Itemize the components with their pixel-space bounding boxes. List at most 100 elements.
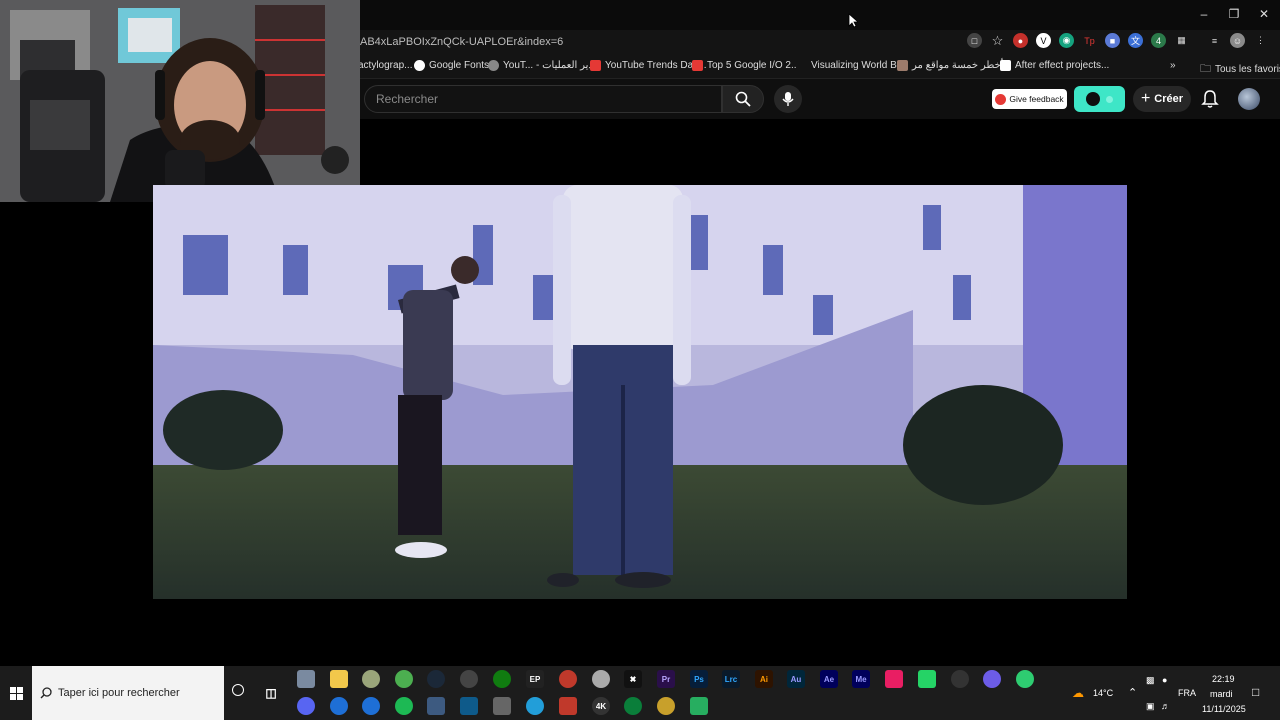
app-icon[interactable] <box>592 670 610 688</box>
file-explorer-icon[interactable] <box>330 670 348 688</box>
video-frame-image <box>153 185 1127 599</box>
app-icon[interactable] <box>690 697 708 715</box>
app-icon[interactable] <box>297 670 315 688</box>
extension-icon[interactable]: Tp <box>1082 33 1097 48</box>
youtube-icon <box>692 60 703 71</box>
notifications-bell-icon[interactable] <box>1201 89 1219 109</box>
extension-icon[interactable]: ● <box>1013 33 1028 48</box>
voice-search-button[interactable] <box>774 85 802 113</box>
edge-icon[interactable] <box>624 697 642 715</box>
premiere-icon[interactable]: Pr <box>657 670 675 688</box>
app-icon[interactable] <box>951 670 969 688</box>
google-fonts-icon <box>414 60 425 71</box>
app-icon[interactable] <box>427 697 445 715</box>
steam-icon[interactable] <box>427 670 445 688</box>
app-icon[interactable] <box>362 697 380 715</box>
extensions-puzzle-icon[interactable]: ▦ <box>1174 33 1189 48</box>
capcut-icon[interactable]: ✖ <box>624 670 642 688</box>
media-encoder-icon[interactable]: Me <box>852 670 870 688</box>
app-icon[interactable] <box>460 697 478 715</box>
bookmark-item[interactable]: YouTube Trends Das... <box>590 60 707 71</box>
give-feedback-button[interactable]: Give feedback <box>992 89 1067 109</box>
task-view-icon[interactable]: ◫ <box>262 684 280 702</box>
app-icon[interactable] <box>559 670 577 688</box>
youtube-icon <box>590 60 601 71</box>
epic-games-icon[interactable]: EP <box>526 670 544 688</box>
bookmark-item[interactable]: Google Fonts <box>414 60 489 71</box>
bookmark-item[interactable]: Top 5 Google I/O 2... <box>692 60 799 71</box>
minimize-button[interactable]: – <box>1188 0 1220 28</box>
photoshop-icon[interactable]: Ps <box>690 670 708 688</box>
video-player[interactable] <box>153 185 1127 599</box>
input-language[interactable]: FRA <box>1178 688 1196 698</box>
after-effects-icon[interactable]: Ae <box>820 670 838 688</box>
chevron-up-icon[interactable]: ⌃ <box>1128 686 1137 699</box>
weather-temperature[interactable]: 14°C <box>1093 688 1113 698</box>
notifications-icon[interactable]: □ <box>1252 685 1259 699</box>
bookmark-item[interactable]: أخطر خمسة مواقع مر... <box>897 60 1012 71</box>
more-bookmarks-icon[interactable]: » <box>1170 60 1176 71</box>
mouse-cursor-icon <box>848 13 858 28</box>
page-icon <box>1000 60 1011 71</box>
app-icon[interactable] <box>983 670 1001 688</box>
app-icon[interactable] <box>362 670 380 688</box>
search-icon <box>735 91 751 107</box>
avatar[interactable] <box>1238 88 1260 110</box>
extension-icon[interactable]: V <box>1036 33 1051 48</box>
app-icon[interactable] <box>657 697 675 715</box>
webcam-overlay <box>0 0 360 202</box>
app-icon[interactable] <box>330 697 348 715</box>
reading-list-icon[interactable]: ≡ <box>1207 33 1222 48</box>
profile-icon[interactable]: ☺ <box>1230 33 1245 48</box>
feedback-icon <box>995 93 1007 105</box>
volume-icon[interactable]: ♬ <box>1161 701 1170 711</box>
audition-icon[interactable]: Au <box>787 670 805 688</box>
bookmark-icon <box>796 60 807 71</box>
windows-start-icon[interactable] <box>10 687 23 700</box>
app-icon[interactable] <box>493 697 511 715</box>
lightroom-classic-icon[interactable]: Lrc <box>722 670 740 688</box>
app-icon[interactable] <box>918 670 936 688</box>
clock-date[interactable]: 11/11/2025 <box>1202 704 1246 714</box>
create-button[interactable]: + Créer <box>1133 86 1191 112</box>
bookmark-item[interactable]: actylograp... <box>358 60 412 71</box>
clock-time[interactable]: 22:19 <box>1212 674 1235 684</box>
spotify-icon[interactable] <box>395 697 413 715</box>
search-button[interactable] <box>722 85 764 113</box>
microphone-icon[interactable]: ● <box>1162 675 1167 685</box>
app-icon[interactable] <box>559 697 577 715</box>
extension-badge-button[interactable] <box>1074 86 1125 112</box>
discord-icon[interactable] <box>297 697 315 715</box>
cortana-icon[interactable] <box>232 684 244 696</box>
clock-day[interactable]: mardi <box>1210 689 1233 699</box>
extension-icon[interactable]: 4 <box>1151 33 1166 48</box>
xbox-icon[interactable] <box>493 670 511 688</box>
tray-app-icon[interactable]: ▩ <box>1146 675 1155 686</box>
menu-dots-icon[interactable]: ⋮ <box>1253 33 1268 48</box>
app-icon[interactable] <box>460 670 478 688</box>
install-app-icon[interactable]: □ <box>967 33 982 48</box>
4k-downloader-icon[interactable]: 4K <box>592 697 610 715</box>
bookmark-item[interactable]: YouT... - مدير العمليات <box>488 60 599 71</box>
extension-logo-icon <box>1086 92 1100 106</box>
url-text[interactable]: AB4xLaPBOIxZnQCk-UAPLOEr&index=6 <box>360 36 563 48</box>
bookmark-item[interactable]: Visualizing World Bi... <box>796 60 907 71</box>
translate-icon[interactable]: 文 <box>1128 33 1143 48</box>
network-icon[interactable]: ▣ <box>1146 701 1155 712</box>
webcam-feed-image <box>0 0 360 202</box>
telegram-icon[interactable] <box>526 697 544 715</box>
all-favorites-folder[interactable]: 🗀 Tous les favoris <box>1200 60 1280 79</box>
bookmark-item[interactable]: After effect projects... <box>1000 60 1109 71</box>
chrome-icon[interactable] <box>395 670 413 688</box>
illustrator-icon[interactable]: Ai <box>755 670 773 688</box>
app-icon[interactable] <box>885 670 903 688</box>
close-button[interactable]: ✕ <box>1248 0 1280 28</box>
app-icon[interactable] <box>1016 670 1034 688</box>
extension-icon[interactable]: ◉ <box>1059 33 1074 48</box>
globe-icon <box>488 60 499 71</box>
extension-icon[interactable]: ■ <box>1105 33 1120 48</box>
weather-icon[interactable]: ☁ <box>1072 686 1084 700</box>
bookmark-star-icon[interactable]: ☆ <box>990 33 1005 48</box>
search-placeholder: Rechercher <box>376 92 439 106</box>
restore-button[interactable]: ❐ <box>1218 0 1250 28</box>
